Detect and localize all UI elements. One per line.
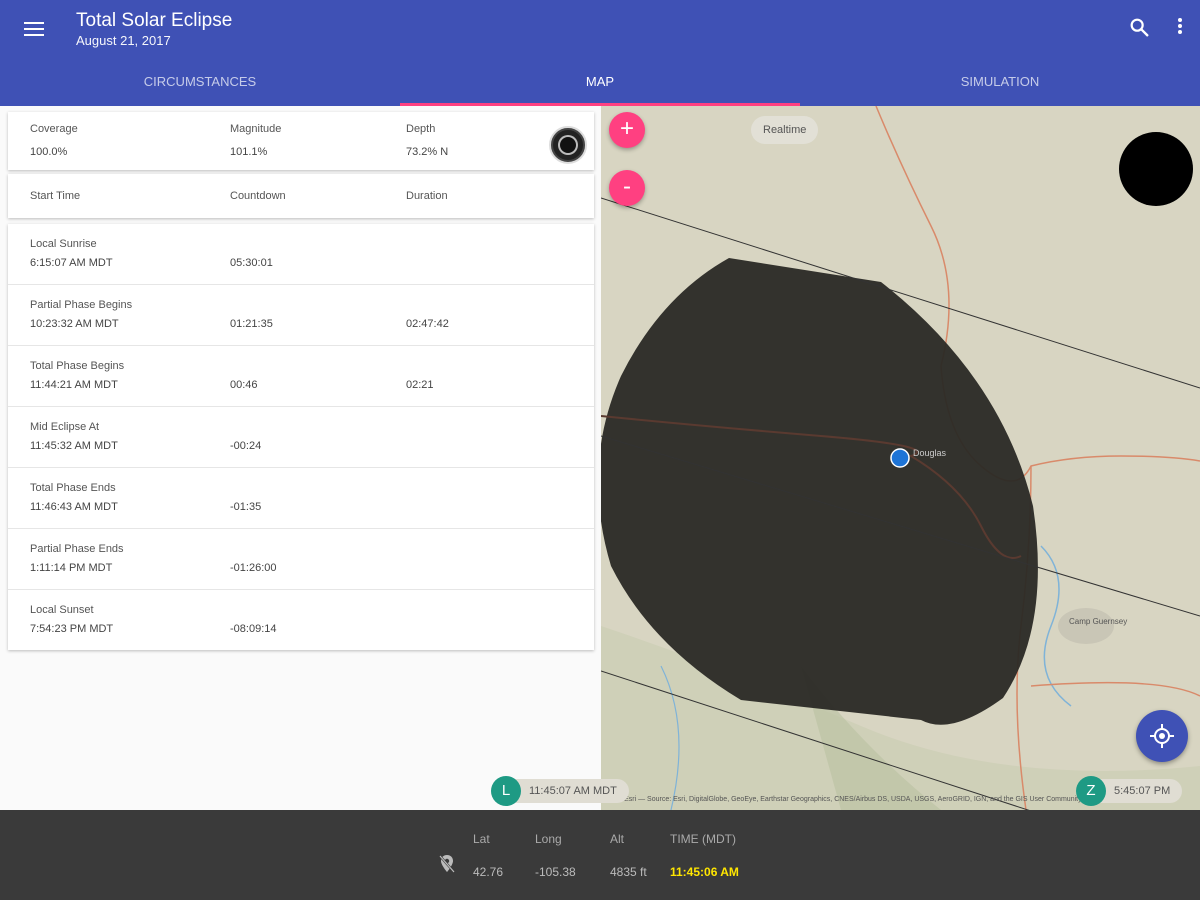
event-time: 10:23:32 AM MDT xyxy=(30,318,119,330)
event-countdown: 01:21:35 xyxy=(230,318,273,330)
time-value: 11:45:06 AM xyxy=(670,865,739,879)
tab-simulation[interactable]: SIMULATION xyxy=(800,60,1200,106)
circumstances-panel: Coverage 100.0% Magnitude 101.1% Depth 7… xyxy=(0,106,601,810)
time-label: TIME (MDT) xyxy=(670,832,736,846)
magnitude-value: 101.1% xyxy=(230,146,268,158)
table-row[interactable]: Mid Eclipse At 11:45:32 AM MDT -00:24 xyxy=(8,407,594,468)
page-subtitle: August 21, 2017 xyxy=(76,33,171,48)
event-name: Local Sunrise xyxy=(30,238,97,250)
reservoir-label: Camp Guernsey xyxy=(1069,617,1127,626)
alt-value: 4835 ft xyxy=(610,865,647,879)
map-canvas: Douglas Camp Guernsey xyxy=(601,106,1200,810)
event-duration: 02:21 xyxy=(406,379,434,391)
event-time: 6:15:07 AM MDT xyxy=(30,257,113,269)
page-title: Total Solar Eclipse xyxy=(76,10,233,31)
location-bar: Lat 42.76 Long -105.38 Alt 4835 ft TIME … xyxy=(0,810,1200,900)
event-time: 11:46:43 AM MDT xyxy=(30,501,118,513)
event-name: Mid Eclipse At xyxy=(30,421,100,433)
location-off-icon[interactable] xyxy=(438,854,456,874)
tab-bar: CIRCUMSTANCES MAP SIMULATION xyxy=(0,60,1200,106)
header-countdown: Countdown xyxy=(230,190,286,202)
menu-icon[interactable] xyxy=(22,18,46,42)
event-countdown: 05:30:01 xyxy=(230,257,273,269)
lat-value: 42.76 xyxy=(473,865,504,879)
zulu-letter-badge: Z xyxy=(1076,776,1106,806)
tab-circumstances[interactable]: CIRCUMSTANCES xyxy=(0,60,400,106)
event-time: 11:44:21 AM MDT xyxy=(30,379,118,391)
table-header-card: Start Time Countdown Duration xyxy=(8,174,594,218)
event-name: Total Phase Ends xyxy=(30,482,116,494)
zoom-in-button[interactable]: + xyxy=(609,112,645,148)
local-letter-badge: L xyxy=(491,776,521,806)
zoom-out-button[interactable]: - xyxy=(609,170,645,206)
table-row[interactable]: Local Sunset 7:54:23 PM MDT -08:09:14 xyxy=(8,590,594,651)
alt-label: Alt xyxy=(610,832,625,846)
realtime-button[interactable]: Realtime xyxy=(751,116,819,144)
eclipse-disc-icon xyxy=(1119,132,1193,206)
summary-card: Coverage 100.0% Magnitude 101.1% Depth 7… xyxy=(8,112,594,170)
locate-button[interactable] xyxy=(1136,710,1188,762)
map-attribution: © Esri — Source: Esri, DigitalGlobe, Geo… xyxy=(617,796,1082,803)
more-vert-icon[interactable] xyxy=(1170,16,1190,38)
event-time: 1:11:14 PM MDT xyxy=(30,562,113,574)
header-start-time: Start Time xyxy=(30,190,81,202)
map-view[interactable]: Douglas Camp Guernsey + - Realtime © Esr… xyxy=(601,106,1200,810)
table-row[interactable]: Total Phase Ends 11:46:43 AM MDT -01:35 xyxy=(8,468,594,529)
gps-locate-icon xyxy=(1150,724,1174,748)
local-time-chip[interactable]: L 11:45:07 AM MDT xyxy=(491,776,629,806)
coverage-label: Coverage xyxy=(30,123,78,135)
event-countdown: -01:35 xyxy=(230,501,262,513)
app-bar: Total Solar Eclipse August 21, 2017 CIRC… xyxy=(0,0,1200,106)
zulu-time-chip[interactable]: Z 5:45:07 PM xyxy=(1076,776,1183,806)
event-countdown: -01:26:00 xyxy=(230,562,277,574)
event-name: Local Sunset xyxy=(30,604,94,616)
event-duration: 02:47:42 xyxy=(406,318,449,330)
event-countdown: -00:24 xyxy=(230,440,262,452)
zulu-time-text: 5:45:07 PM xyxy=(1114,785,1171,797)
header-duration: Duration xyxy=(406,190,448,202)
search-icon[interactable] xyxy=(1128,16,1150,38)
long-label: Long xyxy=(535,832,562,846)
local-time-text: 11:45:07 AM MDT xyxy=(529,785,617,797)
events-list: Local Sunrise 6:15:07 AM MDT 05:30:01 Pa… xyxy=(8,224,594,650)
tab-map[interactable]: MAP xyxy=(400,60,800,106)
table-row[interactable]: Partial Phase Ends 1:11:14 PM MDT -01:26… xyxy=(8,529,594,590)
event-countdown: -08:09:14 xyxy=(230,623,277,635)
magnitude-label: Magnitude xyxy=(230,123,282,135)
long-value: -105.38 xyxy=(535,865,576,879)
table-row[interactable]: Local Sunrise 6:15:07 AM MDT 05:30:01 xyxy=(8,224,594,285)
event-countdown: 00:46 xyxy=(230,379,258,391)
depth-label: Depth xyxy=(406,123,436,135)
table-row[interactable]: Total Phase Begins 11:44:21 AM MDT 00:46… xyxy=(8,346,594,407)
event-time: 11:45:32 AM MDT xyxy=(30,440,118,452)
event-name: Partial Phase Ends xyxy=(30,543,124,555)
eclipse-icon xyxy=(549,126,587,164)
event-name: Total Phase Begins xyxy=(30,360,125,372)
lat-label: Lat xyxy=(473,832,490,846)
table-row[interactable]: Partial Phase Begins 10:23:32 AM MDT 01:… xyxy=(8,285,594,346)
depth-value: 73.2% N xyxy=(406,146,449,158)
event-name: Partial Phase Begins xyxy=(30,299,133,311)
town-label: Douglas xyxy=(913,448,947,458)
title-block: Total Solar Eclipse August 21, 2017 xyxy=(76,10,232,50)
coverage-value: 100.0% xyxy=(30,146,68,158)
event-time: 7:54:23 PM MDT xyxy=(30,623,114,635)
